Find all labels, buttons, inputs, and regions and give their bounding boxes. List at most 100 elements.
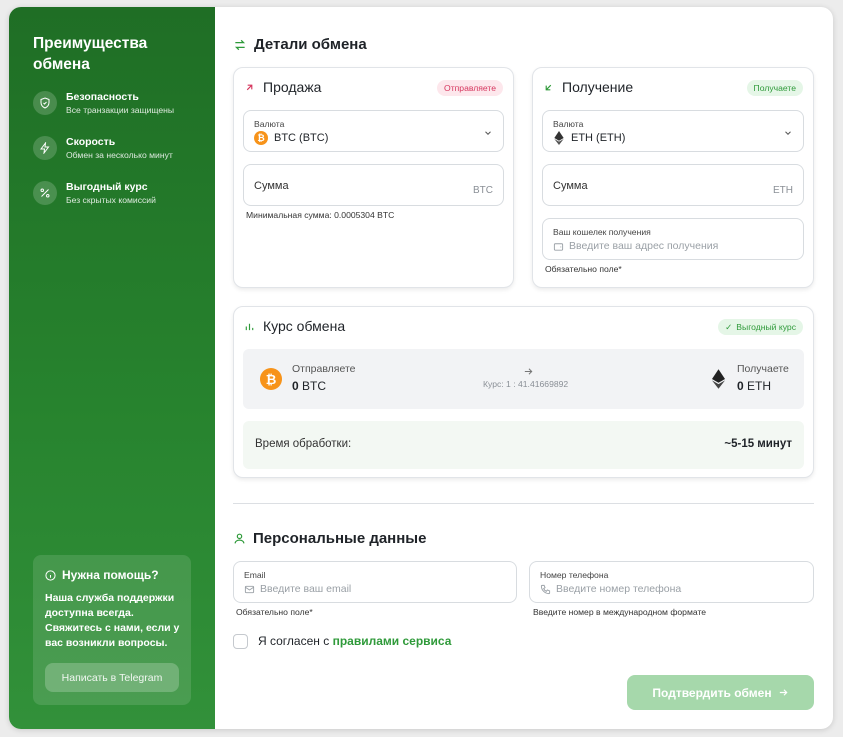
wallet-address-input[interactable]: Ваш кошелек получения Введите ваш адрес … <box>542 218 804 260</box>
receive-badge: Получаете <box>746 80 803 96</box>
receive-amount-input[interactable]: Сумма ETH <box>542 164 804 206</box>
terms-link[interactable]: правилами сервиса <box>333 634 452 648</box>
help-card: Нужна помощь? Наша служба поддержки дост… <box>33 555 191 705</box>
phone-placeholder: Введите номер телефона <box>540 583 681 595</box>
wallet-icon <box>553 242 564 251</box>
email-required-hint: Обязательно поле* <box>236 607 313 617</box>
selected-currency: ETH (ETH) <box>553 131 625 145</box>
bar-chart-icon <box>245 323 254 330</box>
wallet-required-hint: Обязательно поле* <box>545 264 622 274</box>
phone-format-hint: Введите номер в международном формате <box>533 607 707 617</box>
user-icon <box>234 533 245 544</box>
help-title: Нужна помощь? <box>45 568 159 582</box>
help-title-text: Нужна помощь? <box>62 568 159 582</box>
sell-title: Продажа <box>244 79 321 95</box>
rate-summary: ₿ Отправляете 0 BTC Курс: 1 : 41.4166989… <box>243 349 804 409</box>
phone-placeholder-text: Введите номер телефона <box>556 583 682 595</box>
card-title-text: Получение <box>562 79 634 95</box>
arrow-down-left-icon <box>545 84 552 90</box>
agree-label: Я согласен с правилами сервиса <box>258 634 451 648</box>
agree-checkbox[interactable] <box>233 634 248 649</box>
feature-speed: Скорость Обмен за несколько минут <box>33 136 208 166</box>
processing-time: Время обработки: ~5-15 минут <box>243 421 804 469</box>
field-label: Номер телефона <box>540 570 609 580</box>
section-divider <box>233 503 814 504</box>
receive-currency-select[interactable]: Валюта ETH (ETH) <box>542 110 804 152</box>
field-label: Ваш кошелек получения <box>553 227 651 237</box>
field-label: Валюта <box>553 119 584 129</box>
time-label: Время обработки: <box>255 438 352 450</box>
arrow-right-icon <box>779 689 788 696</box>
wallet-placeholder: Введите ваш адрес получения <box>553 240 718 252</box>
currency-value: BTC (BTC) <box>274 132 329 144</box>
sell-card: Продажа Отправляете Валюта ₿ BTC (BTC) С… <box>233 67 514 288</box>
chevron-down-icon <box>485 131 491 135</box>
check-icon: ✓ <box>725 321 733 332</box>
exchange-rate-card: Курс обмена ✓ Выгодный курс ₿ Отправляет… <box>233 306 814 478</box>
help-text: Наша служба поддержки доступна всегда. С… <box>45 592 180 649</box>
agree-text: Я согласен с <box>258 634 333 648</box>
send-unit: BTC <box>302 379 327 393</box>
time-value: ~5-15 минут <box>724 438 792 450</box>
bitcoin-icon: ₿ <box>254 131 268 145</box>
send-value: 0 BTC <box>292 379 326 393</box>
min-amount-hint: Минимальная сумма: 0.0005304 BTC <box>246 210 395 220</box>
bitcoin-icon: ₿ <box>260 368 282 390</box>
receive-amount: 0 <box>737 379 744 393</box>
send-badge: Отправляете <box>437 80 503 96</box>
phone-icon <box>540 584 551 594</box>
send-label: Отправляете <box>292 363 356 375</box>
feature-subtitle: Все транзакции защищены <box>66 105 175 115</box>
receive-unit: ETH <box>747 379 772 393</box>
receive-value: 0 ETH <box>737 379 771 393</box>
arrow-right-icon <box>524 368 533 375</box>
badge-text: Выгодный курс <box>736 322 796 332</box>
currency-value: ETH (ETH) <box>571 132 626 144</box>
sell-amount-input[interactable]: Сумма BTC <box>243 164 504 206</box>
arrow-up-right-icon <box>246 84 253 90</box>
send-amount: 0 <box>292 379 299 393</box>
field-label: Валюта <box>254 119 285 129</box>
swap-icon <box>234 39 246 50</box>
amount-unit: BTC <box>473 185 493 196</box>
ethereum-icon <box>707 366 729 392</box>
confirm-exchange-button[interactable]: Подтвердить обмен <box>627 675 814 710</box>
wallet-placeholder-text: Введите ваш адрес получения <box>569 240 719 252</box>
main-content: Детали обмена Продажа Отправляете Валюта… <box>215 7 833 729</box>
receive-title: Получение <box>543 79 633 95</box>
field-label: Email <box>244 570 266 580</box>
telegram-button[interactable]: Написать в Telegram <box>45 663 179 692</box>
benefits-sidebar: Преимущества обмена Безопасность Все тра… <box>9 7 215 729</box>
rate-title: Курс обмена <box>244 318 345 334</box>
shield-icon <box>33 91 57 115</box>
amount-placeholder: Сумма <box>553 180 588 192</box>
amount-placeholder: Сумма <box>254 180 289 192</box>
ethereum-icon <box>554 131 564 145</box>
email-placeholder-text: Введите ваш email <box>260 583 352 595</box>
mail-icon <box>244 585 255 593</box>
section-title: Персональные данные <box>253 530 427 547</box>
phone-field[interactable]: Номер телефона Введите номер телефона <box>529 561 814 603</box>
amount-unit: ETH <box>773 185 793 196</box>
feature-subtitle: Обмен за несколько минут <box>66 150 173 160</box>
exchange-details-heading: Детали обмена <box>233 36 367 53</box>
feature-rate: Выгодный курс Без скрытых комиссий <box>33 181 208 211</box>
percent-icon <box>33 181 57 205</box>
rate-value: Курс: 1 : 41.41669892 <box>483 379 569 389</box>
feature-security: Безопасность Все транзакции защищены <box>33 91 208 121</box>
chevron-down-icon <box>785 131 791 135</box>
card-title-text: Курс обмена <box>263 318 346 334</box>
feature-title: Безопасность <box>66 91 139 103</box>
email-placeholder: Введите ваш email <box>244 583 351 595</box>
feature-subtitle: Без скрытых комиссий <box>66 195 156 205</box>
exchange-window: Преимущества обмена Безопасность Все тра… <box>9 7 833 729</box>
card-title-text: Продажа <box>263 79 322 95</box>
lightning-icon <box>33 136 57 160</box>
sell-currency-select[interactable]: Валюта ₿ BTC (BTC) <box>243 110 504 152</box>
personal-data-heading: Персональные данные <box>233 530 426 547</box>
receive-card: Получение Получаете Валюта ETH (ETH) Сум… <box>532 67 814 288</box>
receive-label: Получаете <box>737 363 789 375</box>
sidebar-title: Преимущества обмена <box>33 35 148 73</box>
email-field[interactable]: Email Введите ваш email <box>233 561 517 603</box>
selected-currency: ₿ BTC (BTC) <box>254 131 328 145</box>
